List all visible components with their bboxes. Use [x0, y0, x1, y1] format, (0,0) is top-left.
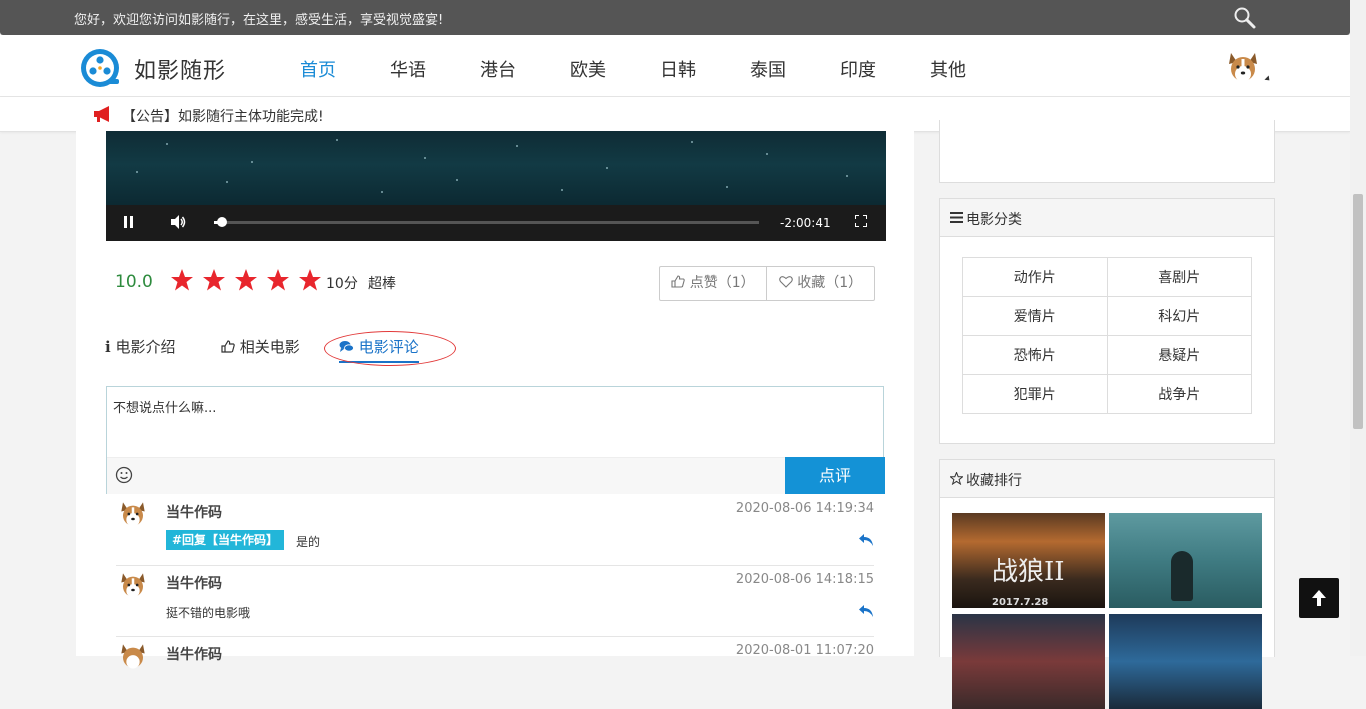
ranking-title: 收藏排行: [966, 473, 1022, 489]
movie-poster[interactable]: [952, 614, 1105, 709]
reply-icon[interactable]: [858, 533, 874, 547]
commenter-avatar[interactable]: [118, 499, 148, 529]
commenter-name[interactable]: 当牛作码: [166, 644, 222, 664]
category-grid: 动作片 喜剧片 爱情片 科幻片 恐怖片 悬疑片 犯罪片 战争片: [962, 257, 1252, 414]
list-icon: [950, 212, 963, 223]
star-icon[interactable]: [266, 268, 290, 292]
search-icon[interactable]: [1232, 5, 1258, 31]
nav-item-thai[interactable]: 泰国: [750, 56, 786, 82]
caret-down-icon[interactable]: [1264, 75, 1272, 83]
annotation-circle: [324, 331, 456, 366]
star-icon[interactable]: [202, 268, 226, 292]
emoji-icon[interactable]: [115, 466, 133, 484]
progress-bar[interactable]: [214, 217, 759, 227]
info-icon: i: [105, 338, 111, 356]
commenter-name[interactable]: 当牛作码: [166, 502, 222, 522]
star-icon[interactable]: [234, 268, 258, 292]
thumbs-up-icon: [671, 275, 686, 288]
time-remaining: -2:00:41: [780, 216, 831, 230]
rating-score: 10.0: [115, 272, 153, 292]
scrollbar-thumb[interactable]: [1353, 194, 1363, 429]
movie-categories-panel: 电影分类 动作片 喜剧片 爱情片 科幻片 恐怖片 悬疑片 犯罪片 战争片: [939, 198, 1275, 444]
comment-timestamp: 2020-08-06 14:19:34: [735, 501, 874, 516]
movie-poster[interactable]: 战狼II 2017.7.28: [952, 513, 1105, 608]
video-player[interactable]: -2:00:41: [106, 131, 886, 241]
favorites-ranking-panel: 收藏排行 战狼II 2017.7.28: [939, 459, 1275, 709]
comment-form: 不想说点什么嘛... 点评: [106, 386, 885, 494]
nav-item-india[interactable]: 印度: [840, 56, 876, 82]
fullscreen-icon[interactable]: [855, 215, 867, 227]
heart-icon: [779, 276, 793, 288]
pause-icon[interactable]: [124, 216, 134, 228]
tab-movie-intro[interactable]: i 电影介绍: [105, 336, 176, 357]
poster-title: 战狼II: [992, 557, 1065, 587]
action-button-group: 点赞（1） 收藏（1）: [659, 266, 875, 301]
nav-item-western[interactable]: 欧美: [570, 56, 606, 82]
star-icon[interactable]: [298, 268, 322, 292]
nav-item-chinese[interactable]: 华语: [390, 56, 426, 82]
commenter-avatar[interactable]: [118, 570, 148, 600]
movie-poster[interactable]: [1109, 513, 1262, 608]
category-romance[interactable]: 爱情片: [962, 296, 1108, 336]
commenter-name[interactable]: 当牛作码: [166, 573, 222, 593]
category-crime[interactable]: 犯罪片: [962, 374, 1108, 414]
submit-comment-button[interactable]: 点评: [785, 457, 885, 494]
comment-text: 是的: [296, 535, 321, 549]
tab-related-movies[interactable]: 相关电影: [221, 336, 300, 357]
poster-date: 2017.7.28: [992, 597, 1049, 608]
player-controls: -2:00:41: [106, 205, 886, 241]
tab-movie-intro-label: 电影介绍: [115, 338, 176, 356]
like-button[interactable]: 点赞（1）: [660, 267, 767, 300]
film-reel-logo-icon[interactable]: [79, 47, 121, 89]
back-to-top-button[interactable]: [1299, 578, 1339, 618]
comment-item: 当牛作码 2020-08-01 11:07:20: [116, 637, 874, 707]
reply-tag[interactable]: #回复【当牛作码】: [166, 530, 285, 550]
rating-word: 超棒: [368, 276, 396, 292]
site-header: 如影随形 首页 华语 港台 欧美 日韩 泰国 印度 其他: [0, 35, 1350, 97]
sidebar-panel-top: [939, 120, 1275, 183]
progress-handle[interactable]: [217, 217, 227, 227]
like-label: 点赞（1）: [689, 275, 755, 291]
nav-item-hk-tw[interactable]: 港台: [480, 56, 516, 82]
nav-item-jp-kr[interactable]: 日韩: [660, 56, 696, 82]
main-panel: -2:00:41 10.0 10分 超棒 点赞（1） 收藏（1） i 电影介绍 …: [76, 131, 914, 669]
category-war[interactable]: 战争片: [1106, 374, 1252, 414]
announcement-text[interactable]: 【公告】如影随行主体功能完成!: [122, 106, 324, 126]
comment-item: 当牛作码 2020-08-06 14:19:34 #回复【当牛作码】 是的: [116, 495, 874, 566]
panel-header: 电影分类: [940, 199, 1274, 237]
rating-points: 10分: [326, 276, 358, 292]
video-frame[interactable]: [106, 131, 886, 205]
reply-icon[interactable]: [858, 604, 874, 618]
nav-item-other[interactable]: 其他: [930, 56, 966, 82]
comment-timestamp: 2020-08-06 14:18:15: [735, 572, 874, 587]
favorite-label: 收藏（1）: [797, 275, 863, 291]
comment-item: 当牛作码 2020-08-06 14:18:15 挺不错的电影哦: [116, 566, 874, 637]
star-icon[interactable]: [170, 268, 194, 292]
category-action[interactable]: 动作片: [962, 257, 1108, 297]
thumbs-up-icon: [221, 340, 235, 353]
commenter-avatar[interactable]: [118, 641, 148, 671]
category-comedy[interactable]: 喜剧片: [1106, 257, 1252, 297]
site-logo-text[interactable]: 如影随形: [134, 53, 226, 85]
tab-related-movies-label: 相关电影: [239, 338, 300, 356]
comment-text: 挺不错的电影哦: [166, 606, 251, 620]
comment-toolbar: [107, 457, 785, 494]
welcome-text: 您好，欢迎您访问如影随行，在这里，感受生活，享受视觉盛宴!: [74, 13, 444, 28]
category-scifi[interactable]: 科幻片: [1106, 296, 1252, 336]
categories-title: 电影分类: [966, 212, 1022, 228]
favorite-button[interactable]: 收藏（1）: [767, 267, 874, 300]
star-outline-icon: [950, 472, 963, 485]
category-horror[interactable]: 恐怖片: [962, 335, 1108, 375]
welcome-bar: 您好，欢迎您访问如影随行，在这里，感受生活，享受视觉盛宴!: [0, 0, 1350, 35]
page-scrollbar[interactable]: [1350, 0, 1366, 656]
volume-icon[interactable]: [170, 214, 186, 230]
user-avatar[interactable]: [1225, 49, 1261, 85]
megaphone-icon: [94, 106, 109, 122]
nav-item-home[interactable]: 首页: [300, 56, 336, 82]
movie-poster[interactable]: [1109, 614, 1262, 709]
comment-input[interactable]: 不想说点什么嘛...: [113, 397, 216, 416]
category-mystery[interactable]: 悬疑片: [1106, 335, 1252, 375]
arrow-up-icon: [1312, 590, 1326, 606]
panel-header: 收藏排行: [940, 460, 1274, 498]
